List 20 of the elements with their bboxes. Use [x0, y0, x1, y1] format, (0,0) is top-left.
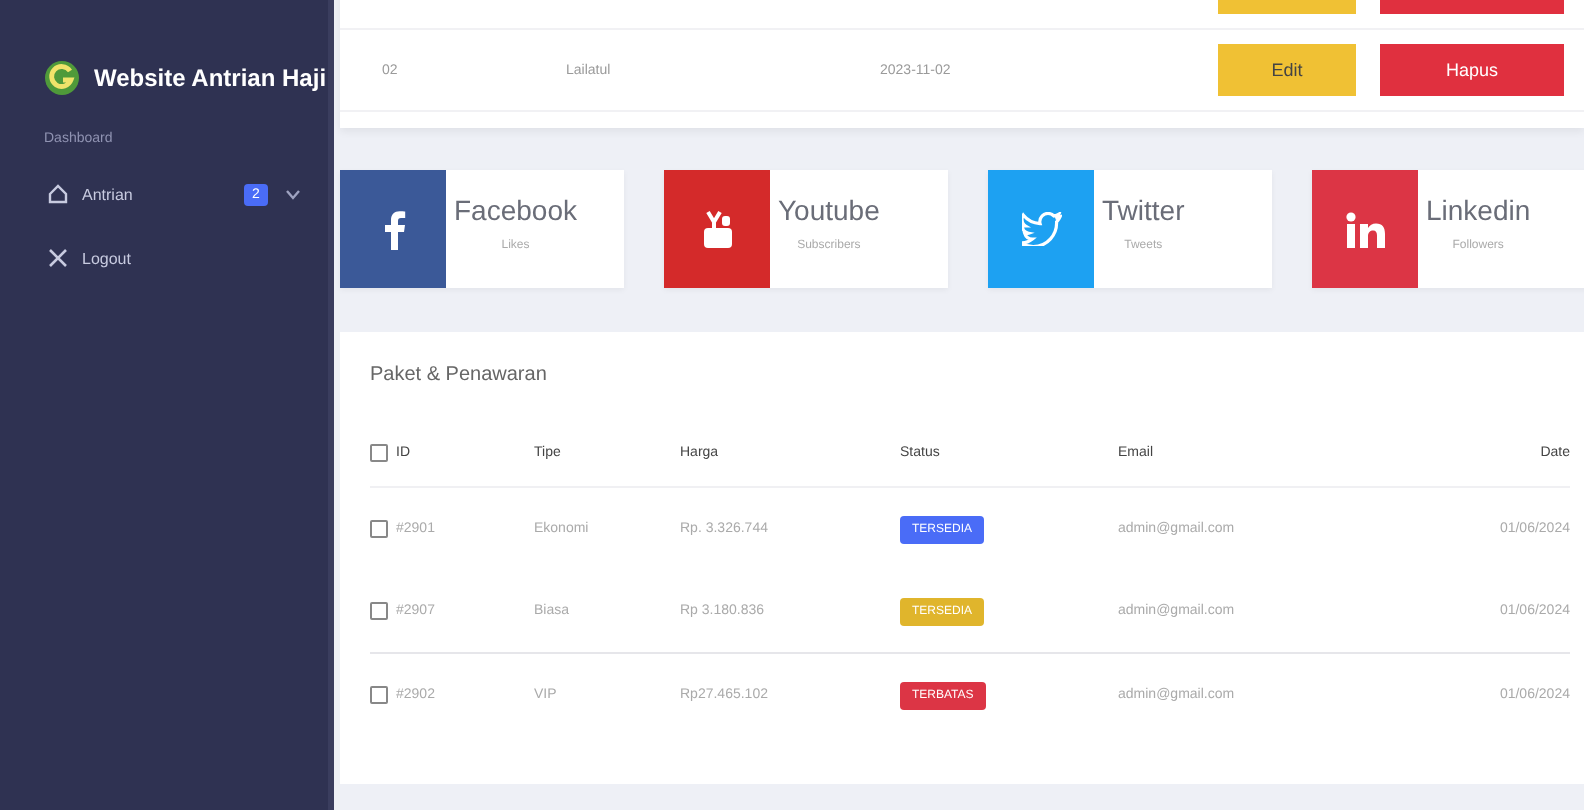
row-checkbox[interactable]: [370, 602, 388, 620]
row-checkbox[interactable]: [370, 520, 388, 538]
site-title: Website Antrian Haji: [94, 64, 327, 92]
delete-button[interactable]: Hapus: [1380, 44, 1564, 96]
social-name: Twitter: [1102, 194, 1185, 226]
social-name: Linkedin: [1426, 194, 1531, 226]
close-icon: [48, 248, 68, 268]
edit-button[interactable]: Edit: [1218, 44, 1356, 96]
row-checkbox[interactable]: [370, 686, 388, 704]
facebook-icon: [381, 209, 405, 249]
nav-item[interactable]: Logout: [0, 242, 328, 274]
select-all-checkbox[interactable]: [370, 444, 388, 462]
bird-icon: [1021, 212, 1061, 246]
youtube-icon: [701, 209, 733, 249]
logo-icon: [44, 60, 80, 96]
social-name: Facebook: [454, 194, 577, 226]
linkedin-icon: [1345, 211, 1385, 247]
card-title: Paket & Penawaran: [370, 362, 549, 386]
home-icon: [48, 184, 68, 204]
social-name: Youtube: [778, 194, 880, 226]
